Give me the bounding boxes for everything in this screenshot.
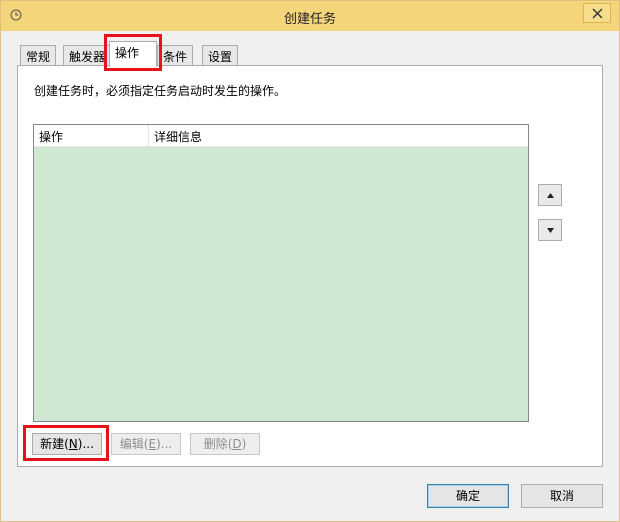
cancel-button[interactable]: 取消 xyxy=(521,484,603,508)
close-button[interactable] xyxy=(583,3,611,23)
triangle-down-icon xyxy=(547,228,554,233)
ok-button[interactable]: 确定 xyxy=(427,484,509,508)
move-up-button[interactable] xyxy=(538,184,562,206)
tab-general[interactable]: 常规 xyxy=(20,45,57,65)
delete-action-button[interactable]: 删除(D) xyxy=(190,433,260,455)
column-header-action[interactable]: 操作 xyxy=(34,125,149,146)
tab-highlight-box xyxy=(104,34,162,71)
title-bar[interactable]: 创建任务 xyxy=(1,1,619,31)
column-header-details[interactable]: 详细信息 xyxy=(149,125,349,146)
actions-description: 创建任务时，必须指定任务启动时发生的操作。 xyxy=(34,84,287,98)
list-header: 操作 详细信息 xyxy=(34,125,528,147)
window-title: 创建任务 xyxy=(283,12,336,27)
new-button-highlight-box xyxy=(23,425,109,461)
tab-conditions[interactable]: 条件 xyxy=(157,45,194,65)
actions-panel: 创建任务时，必须指定任务启动时发生的操作。 操作 详细信息 xyxy=(17,65,603,467)
actions-list[interactable]: 操作 详细信息 xyxy=(33,124,529,422)
create-task-dialog: 创建任务 常规 触发器 操作 条件 设置 创建任务时，必须指定任务启动时发生的操… xyxy=(0,0,620,522)
triangle-up-icon xyxy=(547,193,554,198)
tab-settings[interactable]: 设置 xyxy=(202,45,239,65)
move-down-button[interactable] xyxy=(538,219,562,241)
close-icon xyxy=(592,8,603,19)
edit-action-button[interactable]: 编辑(E)... xyxy=(111,433,181,455)
